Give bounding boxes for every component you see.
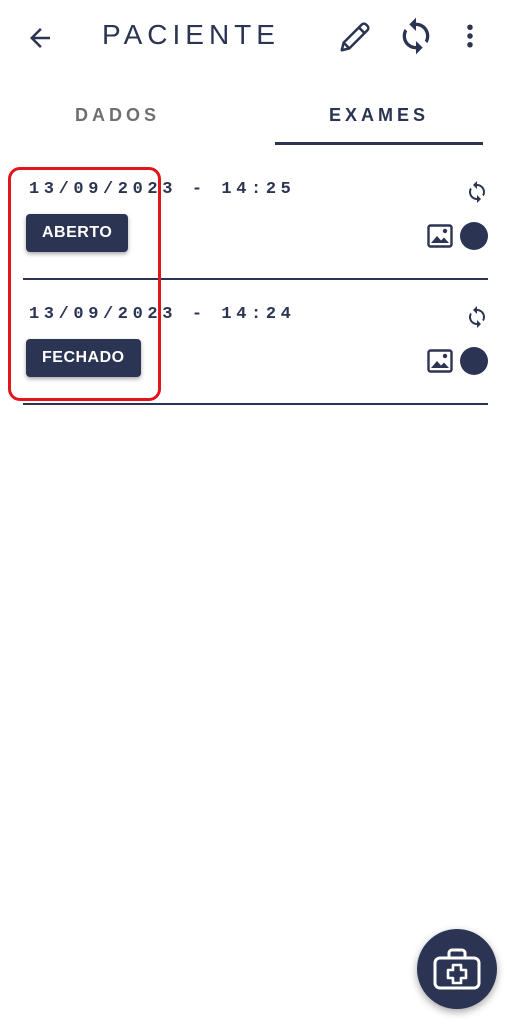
status-badge[interactable]: FECHADO <box>26 339 141 377</box>
tab-dados[interactable]: DADOS <box>25 86 210 144</box>
status-dot <box>460 222 488 250</box>
sync-button[interactable] <box>394 14 438 58</box>
more-vertical-icon <box>467 24 473 48</box>
medical-kit-icon <box>433 948 481 990</box>
status-dot <box>460 347 488 375</box>
tab-exames[interactable]: EXAMES <box>275 86 483 144</box>
exam-list-item[interactable]: 13/09/2023 - 14:25 ABERTO <box>0 162 511 287</box>
item-image-button[interactable] <box>426 348 454 374</box>
item-sync-button[interactable] <box>464 304 490 330</box>
exam-list-item[interactable]: 13/09/2023 - 14:24 FECHADO <box>0 287 511 412</box>
add-exam-fab[interactable] <box>417 929 497 1009</box>
divider <box>23 403 488 405</box>
tab-bar: DADOS EXAMES <box>0 86 511 146</box>
tab-indicator <box>275 142 483 145</box>
back-button[interactable] <box>22 20 58 56</box>
edit-button[interactable] <box>334 14 378 58</box>
divider <box>23 278 488 280</box>
exam-datetime: 13/09/2023 - 14:25 <box>29 180 296 199</box>
exam-list: 13/09/2023 - 14:25 ABERTO 13/09/2023 - 1… <box>0 162 511 412</box>
more-options-button[interactable] <box>448 14 492 58</box>
image-icon <box>427 224 453 248</box>
sync-icon <box>402 17 430 55</box>
status-badge[interactable]: ABERTO <box>26 214 129 252</box>
exam-datetime: 13/09/2023 - 14:24 <box>29 305 296 324</box>
page-title: PACIENTE <box>102 19 280 50</box>
pencil-icon <box>340 22 370 52</box>
sync-icon <box>469 306 485 328</box>
item-sync-button[interactable] <box>464 179 490 205</box>
sync-icon <box>469 181 485 203</box>
arrow-left-icon <box>30 28 50 48</box>
item-image-button[interactable] <box>426 223 454 249</box>
app-bar: PACIENTE <box>0 0 511 72</box>
image-icon <box>427 349 453 373</box>
